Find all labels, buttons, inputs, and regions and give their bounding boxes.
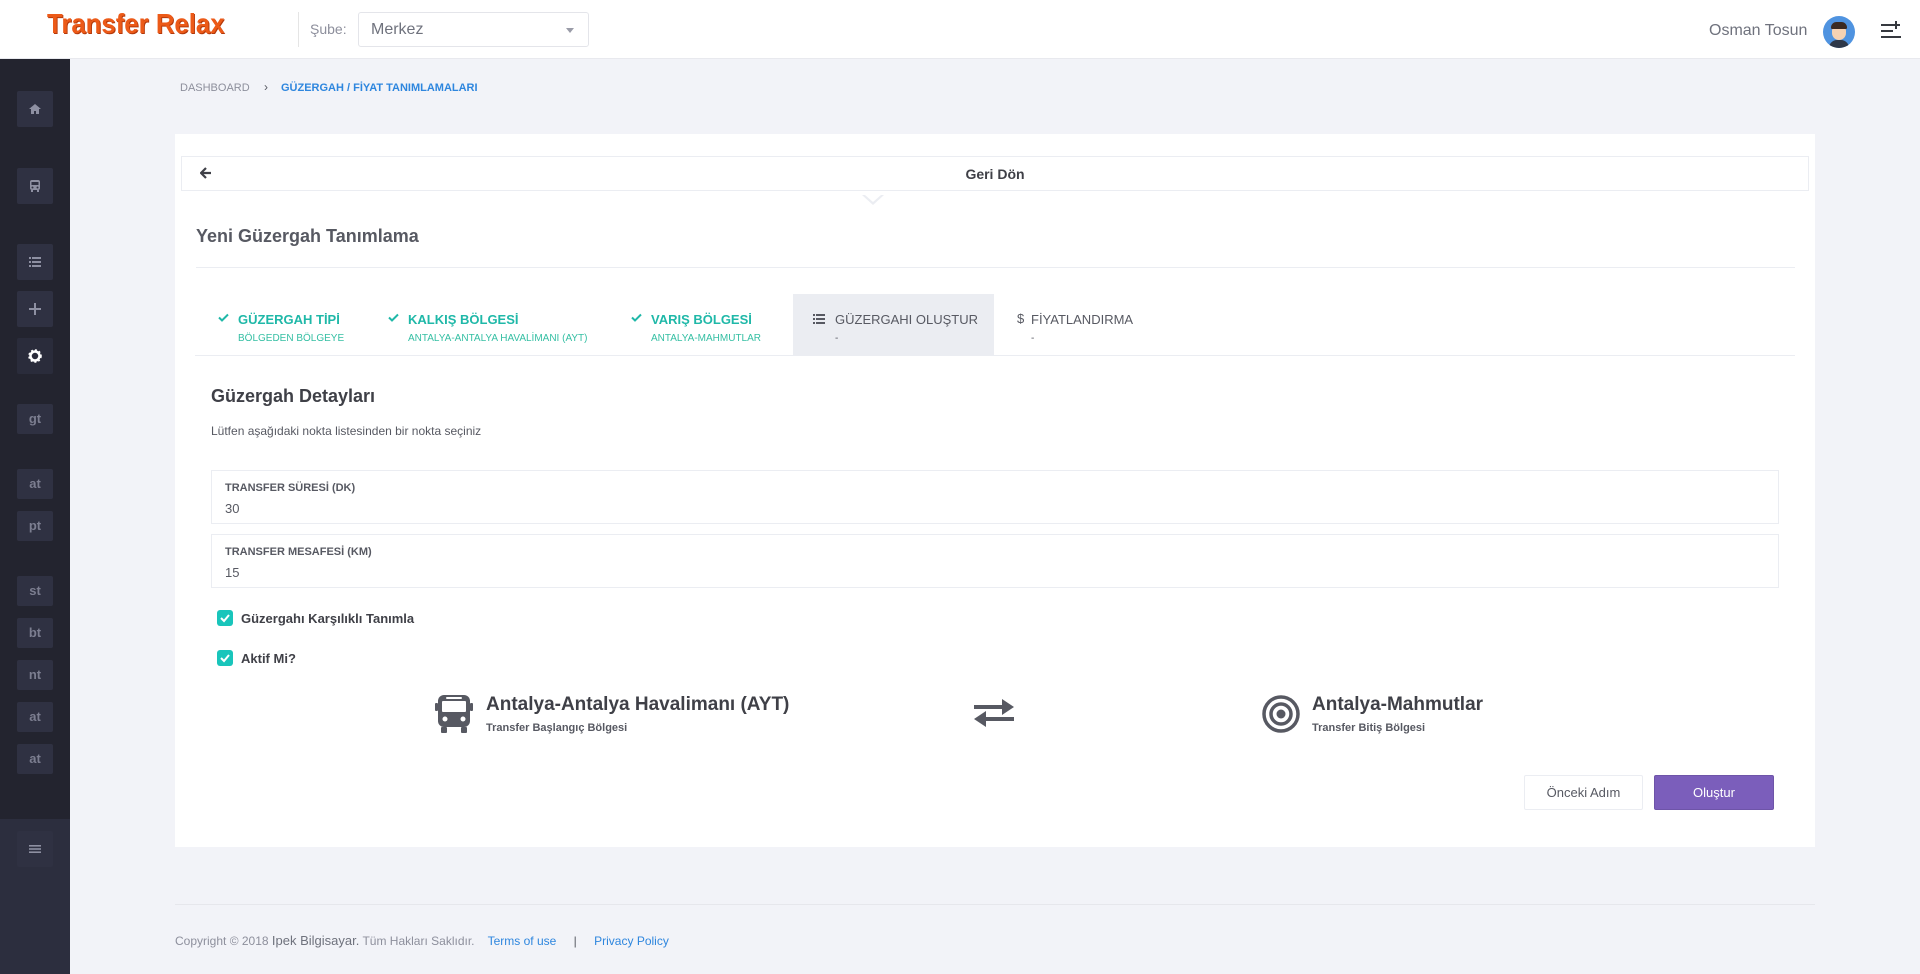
exchange-icon xyxy=(974,699,1014,727)
chevron-down-icon xyxy=(566,28,574,33)
check-icon xyxy=(220,654,230,663)
wizard-step-title: VARIŞ BÖLGESİ xyxy=(651,312,752,327)
section-description: Lütfen aşağıdaki nokta listesinden bir n… xyxy=(211,424,482,438)
avatar[interactable] xyxy=(1823,16,1855,48)
user-name[interactable]: Osman Tosun xyxy=(1709,22,1807,40)
active-label[interactable]: Aktif Mi? xyxy=(241,651,296,666)
footer-separator: | xyxy=(573,934,577,948)
app-logo[interactable]: Transfer Relax xyxy=(47,8,225,40)
branch-label: Şube: xyxy=(310,21,347,37)
wizard-step-departure[interactable]: KALKIŞ BÖLGESİ ANTALYA-ANTALYA HAVALİMAN… xyxy=(365,294,605,356)
sidebar: gt at pt st bt nt at at xyxy=(0,59,70,974)
wizard-step-title: GÜZERGAHI OLUŞTUR xyxy=(835,312,979,327)
end-region-subtitle: Transfer Bitiş Bölgesi xyxy=(1312,722,1426,734)
wizard-step-subtitle: ANTALYA-ANTALYA HAVALİMANI (AYT) xyxy=(408,333,588,344)
wizard-step-route-type[interactable]: GÜZERGAH TİPİ BÖLGEDEN BÖLGEYE xyxy=(195,294,365,356)
back-bar[interactable]: Geri Dön xyxy=(181,156,1809,191)
sidebar-item-st[interactable]: st xyxy=(17,576,53,606)
header-divider xyxy=(298,12,299,47)
mutual-route-checkbox[interactable] xyxy=(217,610,233,626)
wizard-step-pricing[interactable]: $ FİYATLANDIRMA - xyxy=(994,294,1154,356)
check-icon xyxy=(631,313,642,322)
field-label: TRANSFER SÜRESİ (DK) xyxy=(225,482,356,494)
previous-step-button[interactable]: Önceki Adım xyxy=(1524,775,1643,810)
wizard-step-title: GÜZERGAH TİPİ xyxy=(238,312,340,327)
footer-copyright: Copyright © 2018 xyxy=(175,934,269,948)
privacy-link[interactable]: Privacy Policy xyxy=(594,934,669,948)
wizard-step-title: FİYATLANDIRMA xyxy=(1031,312,1134,327)
wizard-nav: GÜZERGAH TİPİ BÖLGEDEN BÖLGEYE KALKIŞ BÖ… xyxy=(195,294,1795,356)
terms-link[interactable]: Terms of use xyxy=(488,934,557,948)
start-region-subtitle: Transfer Başlangıç Bölgesi xyxy=(486,722,628,734)
quick-sidebar-icon[interactable] xyxy=(1881,21,1901,39)
title-divider xyxy=(196,267,1795,268)
start-region-name: Antalya-Antalya Havalimanı (AYT) xyxy=(486,694,790,715)
sidebar-item-at-2[interactable]: at xyxy=(17,702,53,732)
branch-select[interactable]: Merkez xyxy=(358,12,589,47)
sidebar-menu: gt at pt st bt nt at at xyxy=(0,59,70,819)
route-card: Geri Dön Yeni Güzergah Tanımlama GÜZERGA… xyxy=(175,134,1815,847)
sidebar-item-nt[interactable]: nt xyxy=(17,660,53,690)
wizard-step-title: KALKIŞ BÖLGESİ xyxy=(408,312,519,327)
wizard-step-create-route[interactable]: GÜZERGAHI OLUŞTUR - xyxy=(793,294,994,356)
plus-icon[interactable] xyxy=(17,291,53,327)
breadcrumb-dashboard[interactable]: DASHBOARD xyxy=(180,82,250,94)
section-title: Güzergah Detayları xyxy=(211,386,376,406)
gear-icon[interactable] xyxy=(17,338,53,374)
dollar-icon: $ xyxy=(1017,311,1025,326)
field-label: TRANSFER MESAFESİ (KM) xyxy=(225,546,372,558)
list-icon xyxy=(813,314,825,324)
active-checkbox[interactable] xyxy=(217,650,233,666)
footer-company: Ipek Bilgisayar. xyxy=(271,933,360,948)
branch-select-value: Merkez xyxy=(371,21,424,38)
sidebar-item-at[interactable]: at xyxy=(17,469,53,499)
breadcrumb-separator: › xyxy=(264,80,268,94)
transfer-distance-input[interactable]: 15 xyxy=(225,565,239,580)
create-button[interactable]: Oluştur xyxy=(1654,775,1774,810)
top-header: Transfer Relax Şube: Merkez Osman Tosun xyxy=(0,0,1920,59)
transfer-distance-field[interactable]: TRANSFER MESAFESİ (KM) 15 xyxy=(211,534,1779,588)
wizard-step-subtitle: - xyxy=(835,333,839,344)
sidebar-item-at-3[interactable]: at xyxy=(17,744,53,774)
list-icon[interactable] xyxy=(17,244,53,280)
check-icon xyxy=(220,614,230,623)
home-icon[interactable] xyxy=(17,91,53,127)
footer-rights: Tüm Hakları Saklıdır. xyxy=(362,934,475,948)
sidebar-item-bt[interactable]: bt xyxy=(17,618,53,648)
check-icon xyxy=(218,313,229,322)
bus-icon xyxy=(435,695,473,733)
target-icon xyxy=(1262,695,1300,733)
transfer-duration-field[interactable]: TRANSFER SÜRESİ (DK) 30 xyxy=(211,470,1779,524)
footer: Copyright © 2018 Ipek Bilgisayar. Tüm Ha… xyxy=(175,933,669,948)
sidebar-item-gt[interactable]: gt xyxy=(17,404,53,434)
wizard-step-subtitle: ANTALYA-MAHMUTLAR xyxy=(651,333,762,344)
page-title: Yeni Güzergah Tanımlama xyxy=(196,226,419,246)
wizard-step-arrival[interactable]: VARIŞ BÖLGESİ ANTALYA-MAHMUTLAR xyxy=(605,294,783,356)
footer-divider xyxy=(175,904,1815,905)
sidebar-item-pt[interactable]: pt xyxy=(17,511,53,541)
breadcrumb-current[interactable]: GÜZERGAH / FİYAT TANIMLAMALARI xyxy=(281,82,478,94)
check-icon xyxy=(388,313,399,322)
menu-icon[interactable] xyxy=(17,831,53,867)
wizard-step-subtitle: BÖLGEDEN BÖLGEYE xyxy=(238,333,345,344)
back-label: Geri Dön xyxy=(965,166,1025,182)
mutual-route-label[interactable]: Güzergahı Karşılıklı Tanımla xyxy=(241,611,414,626)
transfer-duration-input[interactable]: 30 xyxy=(225,501,239,516)
end-region-name: Antalya-Mahmutlar xyxy=(1312,694,1484,715)
bus-icon[interactable] xyxy=(17,168,53,204)
wizard-step-subtitle: - xyxy=(1031,333,1035,344)
